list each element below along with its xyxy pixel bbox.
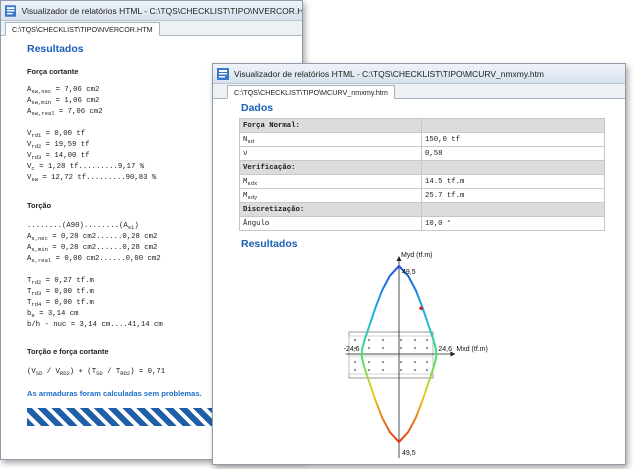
torsion-header-line: ........(A90)........(As1) [27,222,139,231]
rebar-dot [425,360,429,364]
table-row: Verificação: [239,160,605,175]
rebar-dot [381,338,385,342]
shear-block: Asw,nec = 7,06 cm2 Asw,min = 1,06 cm2 As… [27,85,156,184]
angle-label: Ângulo [239,216,422,231]
rebar-dot [353,338,357,342]
rebar-dot [381,346,385,350]
status-message: As armaduras foram calculadas sem proble… [27,389,202,398]
msdx-value: 14.5 tf.m [421,174,605,189]
heading-data: Dados [241,102,274,114]
rebar-dot [399,360,403,364]
rebar-dot [413,346,417,350]
vrd1-line: Vrd1 = 0,00 tf [27,130,86,139]
app-icon [217,67,229,80]
heading-combined: Torção e força cortante [27,347,109,356]
table-row: Força Normal: [239,118,605,133]
section-discretization: Discretização: [239,202,422,217]
y-axis-label: Myd (tf.m) [401,252,433,259]
rebar-dot [353,360,357,364]
x-axis-label: Mxd (tf.m) [456,346,488,353]
rebar-dot [413,368,417,372]
asw-min-line: Asw,min = 1,06 cm2 [27,97,100,106]
window-title: Visualizador de relatórios HTML - C:\TQS… [21,5,302,16]
tab-nvercor[interactable]: C:\TQS\CHECKLIST\TIPO\NVERCOR.HTM [5,22,160,36]
window-title: Visualizador de relatórios HTML - C:\TQS… [234,68,545,79]
tick-label-y-max: 49,5 [402,269,416,276]
title-bar[interactable]: Visualizador de relatórios HTML - C:\TQS… [213,64,625,84]
rebar-dot [367,338,371,342]
table-row: Ângulo 10,0 ° [239,216,605,231]
combined-block: (VSD / VRD2) + (TSD / TRD2) = 0,71 [27,367,165,378]
table-row: ν 0,58 [239,146,605,161]
rebar-dot [367,346,371,350]
table-row: Nsd 150,0 tf [239,132,605,147]
msdy-value: 25.7 tf.m [421,188,605,203]
title-bar[interactable]: Visualizador de relatórios HTML - C:\TQS… [1,1,302,21]
section-verification: Verificação: [239,160,422,175]
tick-label-x-min: -24,6 [344,346,360,353]
nu-label: ν [239,146,422,161]
decorative-stripes [27,408,217,426]
app-icon [5,4,17,17]
report-content: Dados Força Normal: Nsd 150,0 tf ν 0,58 … [213,100,625,464]
trd3-line: Trd3 = 0,00 tf.m [27,288,94,297]
rebar-dot [399,368,403,372]
table-row: Discretização: [239,202,605,217]
tick-label-y-min: 49,5 [402,450,416,457]
vc-line: Vc = 1,28 tf.........9,17 % [27,163,145,172]
tab-bar: C:\TQS\CHECKLIST\TIPO\MCURV_nmxmy.htm [213,84,625,99]
rebar-dot [399,346,403,350]
report-window-mcurv: Visualizador de relatórios HTML - C:\TQS… [212,63,626,465]
asw-nec-line: Asw,nec = 7,06 cm2 [27,86,100,95]
msdx-label: Msdx [239,174,422,189]
be-line: be = 3,14 cm [27,310,79,319]
bh-line: b/h - nuc = 3,14 cm....41,14 cm [27,321,163,329]
table-row: Msdy 25.7 tf.m [239,188,605,203]
msdy-label: Msdy [239,188,422,203]
data-table: Força Normal: Nsd 150,0 tf ν 0,58 Verifi… [239,118,605,231]
as-real-line: As,real = 0,00 cm2......0,00 cm2 [27,255,161,264]
combined-formula: (VSD / VRD2) + (TSD / TRD2) = 0,71 [27,368,166,377]
heading-results: Resultados [241,238,298,250]
heading-shear: Força cortante [27,67,79,76]
rebar-dot [413,360,417,364]
interaction-chart: Myd (tf.m) Mxd (tf.m) 49,5 49,5 -24,6 24… [344,252,488,458]
as-nec-line: As,nec = 0,28 cm2......0,28 cm2 [27,233,158,242]
angle-value: 10,0 ° [421,216,605,231]
nsd-label: Nsd [239,132,422,147]
trd4-line: Trd4 = 0,00 tf.m [27,299,94,308]
tick-label-x-max: 24,6 [438,346,452,353]
rebar-dot [425,346,429,350]
nu-value: 0,58 [421,146,605,161]
heading-results: Resultados [27,43,84,55]
tab-bar: C:\TQS\CHECKLIST\TIPO\NVERCOR.HTM [1,21,302,36]
rebar-dot [367,360,371,364]
heading-torsion: Torção [27,201,52,210]
rebar-dot [399,338,403,342]
rebar-dot [381,360,385,364]
rebar-dot [413,338,417,342]
rebar-dot [353,368,357,372]
torsion-block: ........(A90)........(As1) As,nec = 0,28… [27,221,163,331]
tab-mcurv[interactable]: C:\TQS\CHECKLIST\TIPO\MCURV_nmxmy.htm [227,85,395,99]
design-point [419,306,423,311]
trd2-line: Trd2 = 0,27 tf.m [27,277,94,286]
asw-real-line: Asw,real = 7,06 cm2 [27,108,103,117]
table-row: Msdx 14.5 tf.m [239,174,605,189]
vsw-line: Vsw = 12,72 tf.........90,83 % [27,174,157,183]
rebar-dot [425,338,429,342]
vrd3-line: Vrd3 = 14,00 tf [27,152,90,161]
rebar-dot [367,368,371,372]
rebar-dot [425,368,429,372]
section-normal-force: Força Normal: [239,118,422,133]
nsd-value: 150,0 tf [421,132,605,147]
as-min-line: As,min = 0,28 cm2......0,28 cm2 [27,244,158,253]
rebar-dot [381,368,385,372]
vrd2-line: Vrd2 = 19,59 tf [27,141,90,150]
